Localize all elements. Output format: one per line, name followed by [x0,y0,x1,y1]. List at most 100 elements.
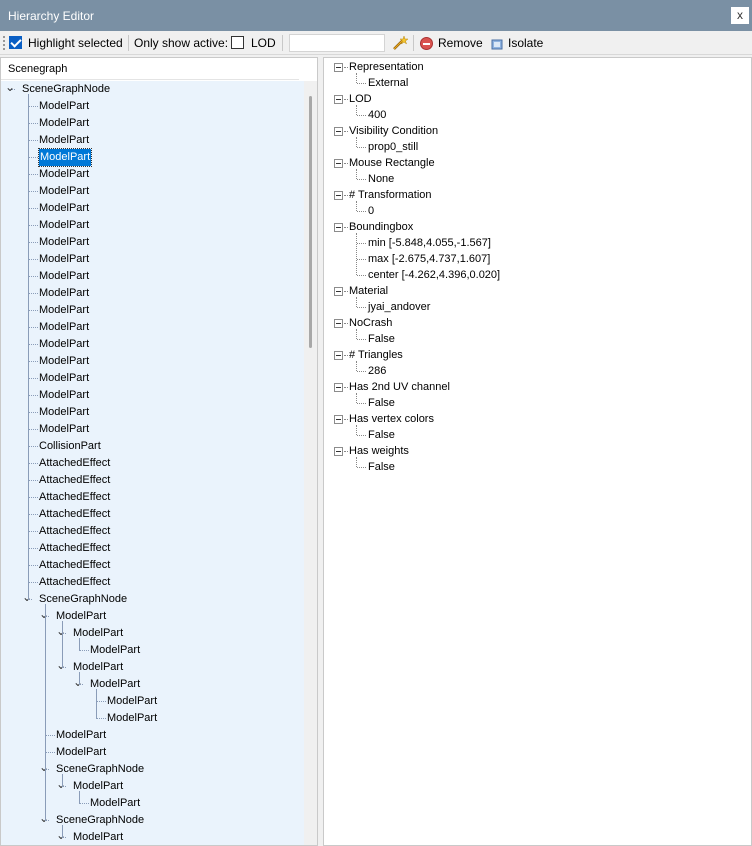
property-name[interactable]: Visibility Condition [349,123,438,140]
wand-icon[interactable] [391,35,409,51]
close-icon[interactable]: x [731,7,749,24]
tree-node-label: ModelPart [39,423,90,435]
tree-node[interactable]: ModelPart [1,727,304,744]
isolate-button[interactable]: Isolate [508,31,543,55]
tree-node[interactable]: ⌄ ModelPart [1,829,304,845]
collapse-icon[interactable] [334,159,343,168]
tree-node[interactable]: ModelPart [1,183,304,200]
property-name[interactable]: Material [349,283,388,300]
tree-node[interactable]: ModelPart [1,795,304,812]
property-name[interactable]: Has weights [349,443,409,460]
chevron-down-icon[interactable]: ⌄ [56,625,66,637]
tree-node[interactable]: ModelPart [1,404,304,421]
collapse-icon[interactable] [334,95,343,104]
tree-node[interactable]: ModelPart [1,217,304,234]
tree-node[interactable]: ModelPart [1,200,304,217]
collapse-icon[interactable] [334,127,343,136]
tree-connector [28,565,38,566]
collapse-icon[interactable] [334,351,343,360]
chevron-down-icon[interactable]: ⌄ [73,676,83,688]
remove-button[interactable]: Remove [438,31,483,55]
tree-node[interactable]: ModelPart [1,353,304,370]
property-name[interactable]: Boundingbox [349,219,413,236]
collapse-icon[interactable] [334,223,343,232]
property-guide [356,105,357,115]
tree-node[interactable]: ModelPart [1,370,304,387]
scenegraph-scrollbar[interactable] [304,81,317,845]
collapse-icon[interactable] [334,447,343,456]
property-name[interactable]: Representation [349,59,424,76]
collapse-icon[interactable] [334,415,343,424]
property-name[interactable]: # Triangles [349,347,403,364]
property-name[interactable]: # Transformation [349,187,432,204]
tree-node[interactable]: ⌄ ModelPart [1,659,304,676]
tree-node[interactable]: ⌄ ModelPart [1,778,304,795]
tree-node[interactable]: ⌄ ModelPart [1,676,304,693]
tree-node[interactable]: ModelPart [1,132,304,149]
tree-node[interactable]: ModelPart [1,744,304,761]
property-value: None [368,173,395,185]
tree-node[interactable]: AttachedEffect [1,506,304,523]
tree-node[interactable]: ModelPart [1,693,304,710]
collapse-icon[interactable] [334,63,343,72]
toolbar-grip[interactable] [3,36,5,50]
search-input[interactable] [289,34,385,52]
tree-node[interactable]: ModelPart [1,336,304,353]
tree-guide [79,672,80,685]
collapse-icon[interactable] [334,191,343,200]
tree-node[interactable]: ModelPart [1,319,304,336]
collapse-icon[interactable] [334,383,343,392]
tree-node[interactable]: ⌄ SceneGraphNode [1,761,304,778]
tree-node[interactable]: AttachedEffect [1,557,304,574]
tree-node[interactable]: ⌄ SceneGraphNode [1,591,304,608]
chevron-down-icon[interactable]: ⌄ [39,608,49,620]
property-connector [357,179,366,180]
chevron-down-icon[interactable]: ⌄ [5,81,15,93]
chevron-down-icon[interactable]: ⌄ [39,761,49,773]
chevron-down-icon[interactable]: ⌄ [56,659,66,671]
tree-node[interactable]: AttachedEffect [1,574,304,591]
tree-node[interactable]: ModelPart [1,387,304,404]
tree-node[interactable]: CollisionPart [1,438,304,455]
tree-node[interactable]: ModelPart [1,166,304,183]
tree-node[interactable]: ⌄ ModelPart [1,625,304,642]
tree-node[interactable]: ModelPart [1,251,304,268]
chevron-down-icon[interactable]: ⌄ [22,591,32,603]
tree-node[interactable]: ModelPart [1,302,304,319]
property-name[interactable]: Mouse Rectangle [349,155,435,172]
isolate-icon[interactable] [491,37,504,50]
tree-node[interactable]: ModelPart [1,642,304,659]
tree-node[interactable]: ModelPart [1,268,304,285]
remove-icon[interactable] [420,37,433,50]
property-name[interactable]: Has vertex colors [349,411,434,428]
tree-node[interactable]: ModelPart [1,285,304,302]
lod-checkbox[interactable] [231,36,244,49]
tree-node[interactable]: AttachedEffect [1,523,304,540]
tree-node[interactable]: AttachedEffect [1,489,304,506]
collapse-icon[interactable] [334,287,343,296]
property-name[interactable]: LOD [349,91,372,108]
tree-node[interactable]: AttachedEffect [1,455,304,472]
property-name[interactable]: Has 2nd UV channel [349,379,450,396]
tree-node[interactable]: ⌄ ModelPart [1,608,304,625]
tree-node[interactable]: ModelPart [1,115,304,132]
property-value: External [368,77,409,89]
lod-label[interactable]: LOD [251,31,276,55]
tree-node[interactable]: ModelPart [1,421,304,438]
chevron-down-icon[interactable]: ⌄ [56,829,66,841]
tree-node[interactable]: AttachedEffect [1,540,304,557]
scrollbar-thumb[interactable] [309,96,312,348]
tree-node[interactable]: ModelPart [1,148,304,167]
tree-node[interactable]: ⌄ SceneGraphNode [1,81,304,98]
scenegraph-tree[interactable]: ⌄ SceneGraphNode ModelPart ModelPart ModelPa… [1,81,304,845]
tree-node[interactable]: ModelPart [1,710,304,727]
tree-node[interactable]: ModelPart [1,234,304,251]
highlight-selected-checkbox[interactable] [9,36,22,49]
highlight-selected-label[interactable]: Highlight selected [28,31,123,55]
chevron-down-icon[interactable]: ⌄ [39,812,49,824]
tree-node[interactable]: ModelPart [1,98,304,115]
tree-node[interactable]: ⌄ SceneGraphNode [1,812,304,829]
chevron-down-icon[interactable]: ⌄ [56,778,66,790]
tree-node[interactable]: AttachedEffect [1,472,304,489]
collapse-icon[interactable] [334,319,343,328]
